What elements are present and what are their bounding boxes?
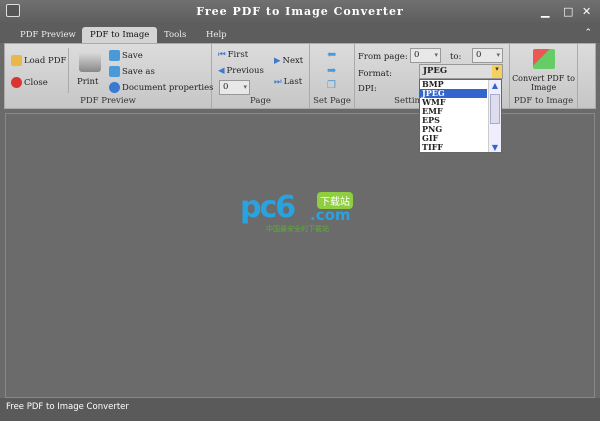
from-page-label: From page: [358, 52, 408, 62]
format-select[interactable]: JPEG ▾ [419, 64, 503, 79]
format-dropdown-list[interactable]: BMP JPEG WMF EMF EPS PNG GIF TIFF ▲ ▼ [419, 79, 502, 153]
maximize-button[interactable]: □ [563, 5, 573, 18]
next-label: Next [282, 56, 304, 66]
first-label: First [227, 50, 249, 60]
previous-page-button[interactable]: ◀ Previous [218, 66, 264, 76]
first-icon: ⏮ [218, 50, 226, 60]
tab-pdf-preview[interactable]: PDF Preview [12, 27, 84, 43]
ribbon-tabs: PDF Preview PDF to Image Tools Help ⌃ [0, 24, 600, 43]
close-label: Close [24, 77, 48, 88]
group-label: Page [250, 96, 271, 106]
format-value: JPEG [423, 66, 448, 76]
document-properties-button[interactable]: Document properties [109, 82, 214, 93]
printer-icon [79, 52, 101, 72]
print-button[interactable]: Print [77, 77, 98, 87]
close-pdf-button[interactable]: Close [11, 77, 48, 88]
from-page-select[interactable]: 0 ▾ [410, 48, 441, 63]
dropdown-scrollbar[interactable]: ▲ ▼ [488, 80, 501, 152]
from-page-value: 0 [414, 50, 420, 60]
last-label: Last [283, 77, 303, 87]
tab-tools[interactable]: Tools [156, 27, 194, 43]
save-as-label: Save as [122, 66, 155, 77]
format-label: Format: [358, 69, 393, 79]
chevron-down-icon: ▾ [434, 51, 438, 59]
info-icon [109, 82, 120, 93]
close-icon [11, 77, 22, 88]
document-properties-label: Document properties [122, 82, 214, 93]
convert-pdf-icon [533, 49, 555, 69]
group-convert: Convert PDF to Image PDF to Image [510, 44, 578, 108]
tab-help[interactable]: Help [198, 27, 235, 43]
last-icon: ⏭ [274, 77, 282, 87]
print-label: Print [77, 77, 99, 87]
minimize-button[interactable]: ▁ [541, 5, 549, 18]
save-as-icon [109, 66, 120, 77]
format-option[interactable]: TIFF [420, 143, 487, 152]
chevron-down-icon: ▾ [243, 83, 247, 91]
next-icon: ▶ [274, 56, 281, 66]
to-page-select[interactable]: 0 ▾ [472, 48, 503, 63]
page-value: 0 [223, 82, 229, 92]
close-button[interactable]: ✕ [582, 5, 591, 18]
group-set-page: ⬅ ➡ ❐ Set Page [310, 44, 355, 108]
chevron-down-icon: ▾ [492, 65, 502, 78]
arrow-left-icon[interactable]: ⬅ [327, 48, 336, 61]
watermark-logo: pc6 下载站 .com 中国最安全的下载站 [240, 190, 370, 235]
preview-area[interactable] [5, 113, 595, 398]
previous-icon: ◀ [218, 66, 225, 76]
save-as-button[interactable]: Save as [109, 66, 155, 77]
save-icon [109, 50, 120, 61]
page-number-select[interactable]: 0 ▾ [219, 80, 250, 95]
group-label: Set Page [313, 96, 351, 106]
status-bar: Free PDF to Image Converter [0, 398, 600, 421]
ribbon: Load PDF Close Print Save Save as Docume… [4, 43, 596, 109]
load-pdf-button[interactable]: Load PDF [11, 55, 66, 66]
previous-label: Previous [226, 66, 264, 76]
save-label: Save [122, 50, 143, 61]
arrow-right-icon[interactable]: ➡ [327, 64, 336, 77]
title-bar: Free PDF to Image Converter ▁ □ ✕ [0, 0, 600, 24]
dpi-label: DPI: [358, 84, 377, 94]
scroll-down-icon[interactable]: ▼ [489, 142, 501, 152]
scroll-thumb[interactable] [490, 94, 500, 124]
convert-button[interactable]: Convert PDF to Image [510, 74, 577, 92]
to-page-label: to: [450, 52, 462, 62]
copy-pages-icon[interactable]: ❐ [327, 80, 336, 91]
group-label: PDF Preview [80, 96, 136, 106]
group-pdf-preview: Load PDF Close Print Save Save as Docume… [5, 44, 214, 108]
group-label: PDF to Image [513, 96, 574, 106]
folder-icon [11, 55, 22, 66]
load-pdf-label: Load PDF [24, 55, 67, 66]
collapse-ribbon-button[interactable]: ⌃ [584, 28, 592, 38]
save-button[interactable]: Save [109, 50, 143, 61]
to-page-value: 0 [476, 50, 482, 60]
tab-pdf-to-image[interactable]: PDF to Image [82, 27, 158, 43]
chevron-down-icon: ▾ [496, 51, 500, 59]
last-page-button[interactable]: ⏭ Last [274, 77, 302, 87]
next-page-button[interactable]: ▶ Next [274, 56, 303, 66]
group-page: ⏮ First ◀ Previous 0 ▾ ▶ Next ⏭ Last Page [212, 44, 310, 108]
window-title: Free PDF to Image Converter [196, 5, 404, 18]
first-page-button[interactable]: ⏮ First [218, 50, 248, 60]
scroll-up-icon[interactable]: ▲ [489, 80, 501, 92]
